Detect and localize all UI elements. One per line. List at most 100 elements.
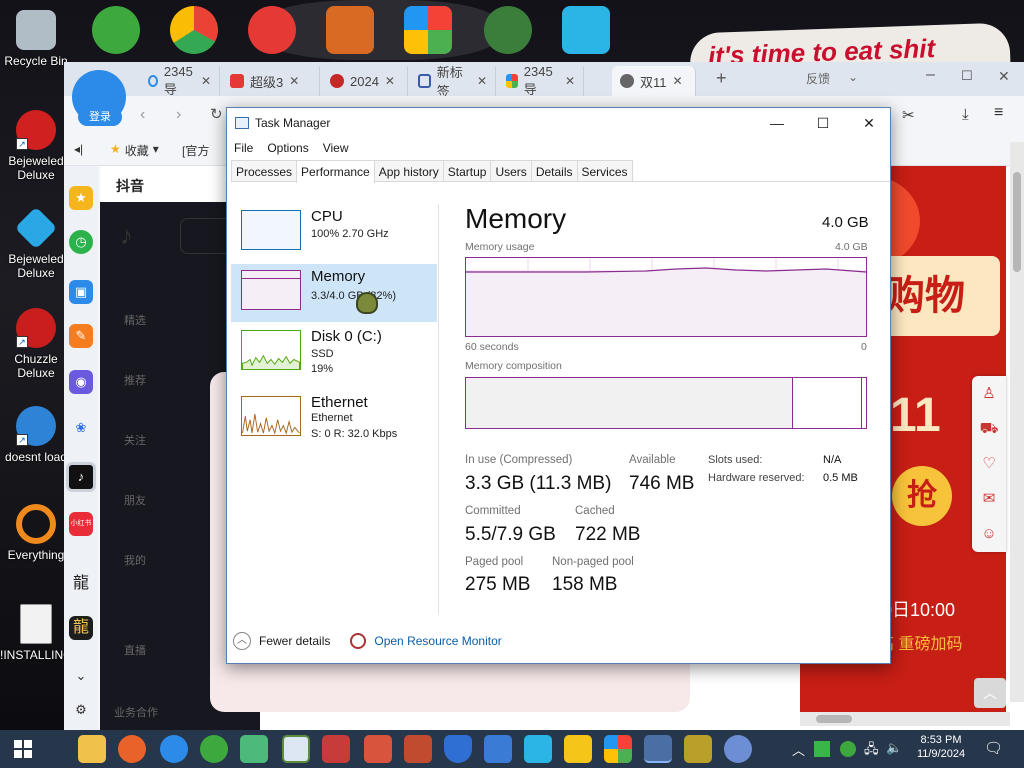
browser-taskbar-icon[interactable] (160, 735, 188, 763)
bookmark-official[interactable]: [官方 (182, 142, 209, 159)
douyin-business-link[interactable]: 业务合作 (114, 704, 158, 720)
login-button[interactable]: 登录 (78, 108, 122, 126)
chrome-icon[interactable] (170, 6, 218, 54)
tab-app-history[interactable]: App history (373, 160, 444, 181)
browser-tab[interactable]: 2345导 ✕ (140, 64, 220, 97)
p-app-icon[interactable] (248, 6, 296, 54)
desktop-icon-installing[interactable]: !INSTALLING (0, 604, 72, 662)
desktop-icon-chuzzle[interactable]: ↗ Chuzzle Deluxe (0, 308, 72, 380)
tab-users[interactable]: Users (490, 160, 532, 181)
sidebar-game-icon[interactable]: ◉ (69, 370, 93, 394)
sidebar-expand-icon[interactable]: ⌄ (69, 664, 93, 688)
resource-ethernet[interactable]: Ethernet Ethernet S: 0 R: 32.0 Kbps (231, 390, 437, 448)
door-app-icon[interactable] (326, 6, 374, 54)
close-tab-icon[interactable]: ✕ (385, 74, 395, 88)
fewer-details-link[interactable]: Fewer details (259, 634, 330, 648)
browser-tab[interactable]: 新标签 ✕ (410, 65, 496, 99)
chat-icon[interactable]: ✉ (972, 481, 1006, 516)
qq-messenger-icon[interactable] (92, 6, 140, 54)
winrar-icon[interactable] (364, 735, 392, 763)
vertical-scrollbar[interactable] (1010, 142, 1024, 702)
tab-details[interactable]: Details (530, 160, 578, 181)
sidebar-douyin-icon[interactable]: ♪ (66, 462, 96, 492)
horizontal-scrollbar[interactable] (800, 712, 1010, 726)
user-icon[interactable]: ♙ (972, 376, 1006, 411)
messenger-taskbar-icon[interactable] (200, 735, 228, 763)
start-button[interactable] (14, 740, 32, 758)
douyin-nav-item[interactable]: 推荐 (124, 372, 146, 388)
forward-icon[interactable]: › (176, 106, 181, 124)
clock[interactable]: 8:53 PM 11/9/2024 (910, 734, 972, 760)
desktop-icon-everything[interactable]: Everything (0, 504, 72, 562)
desktop-icon-doesnt-load[interactable]: ↗ doesnt load (0, 406, 72, 464)
tab-services[interactable]: Services (576, 160, 633, 181)
shield-icon[interactable] (444, 735, 472, 763)
resource-memory[interactable]: Memory 3.3/4.0 GB (82%) (231, 264, 437, 322)
minimize-button[interactable]: — (754, 108, 800, 138)
tab-performance[interactable]: Performance (296, 160, 375, 183)
douyin-nav-item[interactable]: 直播 (124, 642, 146, 658)
resource-cpu[interactable]: CPU 100% 2.70 GHz (231, 204, 437, 262)
favorites-menu[interactable]: ★ 收藏 ▾ (110, 142, 159, 159)
menu-file[interactable]: File (227, 138, 260, 158)
desktop-icon-bejeweled-2[interactable]: Bejeweled Deluxe (0, 206, 72, 280)
browser-tab[interactable]: 2024 ✕ (322, 66, 408, 96)
collapse-sidebar-icon[interactable]: ◂| (74, 142, 83, 156)
notification-icon[interactable]: 🗨 (984, 739, 1003, 757)
browser-tab-active[interactable]: 双11 ✕ (612, 66, 696, 96)
close-tab-icon[interactable]: ✕ (477, 74, 487, 88)
sidebar-xiaohongshu-icon[interactable]: 小红书 (69, 512, 93, 536)
paint-app-icon[interactable] (724, 735, 752, 763)
sidebar-clock-icon[interactable]: ◷ (69, 230, 93, 254)
media-app-icon[interactable] (484, 735, 512, 763)
sidebar-paw-icon[interactable]: ❀ (69, 416, 93, 440)
douyin-nav-item[interactable]: 精选 (124, 312, 146, 328)
app-store-icon[interactable] (604, 735, 632, 763)
close-browser-icon[interactable]: ✕ (998, 68, 1010, 85)
menu-icon[interactable]: ≡ (994, 104, 1003, 122)
tray-app-icon[interactable] (814, 741, 830, 757)
sidebar-bag-icon[interactable]: ▣ (69, 280, 93, 304)
network-icon[interactable]: 🖧 (864, 740, 879, 762)
notepad-app-icon[interactable] (282, 735, 310, 763)
scroll-to-top-icon[interactable]: ︿ (974, 678, 1006, 708)
firefox-icon[interactable] (118, 735, 146, 763)
minimize-browser-icon[interactable]: – (926, 66, 935, 84)
douyin-nav-item[interactable]: 我的 (124, 552, 146, 568)
p-taskbar-icon[interactable] (564, 735, 592, 763)
feedback-button[interactable]: 反馈 (806, 70, 830, 87)
windows-security-icon[interactable] (404, 6, 452, 54)
new-tab-button[interactable]: + (716, 68, 727, 89)
tray-qq-icon[interactable] (840, 741, 856, 757)
heart-icon[interactable]: ♡ (972, 446, 1006, 481)
trash-taskbar-icon[interactable] (524, 735, 552, 763)
tray-overflow-icon[interactable]: ︿ (792, 740, 805, 759)
chevron-up-icon[interactable]: ︿ (233, 632, 251, 650)
close-tab-icon[interactable]: ✕ (673, 74, 683, 88)
desktop-icon-bejeweled-1[interactable]: ↗ Bejeweled Deluxe (0, 110, 72, 182)
volume-icon[interactable]: 🔈 (886, 740, 902, 756)
download-icon[interactable]: ⤓ (962, 106, 969, 123)
sidebar-dragon-icon[interactable]: 龍 (69, 572, 93, 596)
close-button[interactable]: ✕ (846, 108, 892, 138)
archive-app-icon[interactable] (322, 735, 350, 763)
game-character-icon[interactable] (484, 6, 532, 54)
back-icon[interactable]: ‹ (140, 106, 145, 124)
desktop-icon-recycle-bin[interactable]: Recycle Bin (0, 10, 72, 68)
close-tab-icon[interactable]: ✕ (201, 74, 211, 88)
menu-options[interactable]: Options (260, 138, 315, 158)
chevron-down-icon[interactable]: ⌄ (848, 70, 858, 84)
browser-tab[interactable]: 2345导 ✕ (498, 64, 584, 97)
tab-startup[interactable]: Startup (442, 160, 492, 181)
service-icon[interactable]: ☺ (972, 516, 1006, 551)
file-explorer-icon[interactable] (78, 735, 106, 763)
scissors-icon[interactable]: ✂ (902, 106, 915, 124)
box-app-icon[interactable] (240, 735, 268, 763)
task-manager-titlebar[interactable]: Task Manager — ☐ ✕ (227, 108, 890, 138)
refresh-icon[interactable]: ↻ (210, 105, 223, 123)
scrollbar-thumb[interactable] (816, 715, 852, 723)
cart-icon[interactable]: ⛟ (972, 411, 1006, 446)
sidebar-tools-icon[interactable]: ✎ (69, 324, 93, 348)
browser-tab[interactable]: 超级3 ✕ (222, 66, 320, 96)
sidebar-star-icon[interactable]: ★ (69, 186, 93, 210)
